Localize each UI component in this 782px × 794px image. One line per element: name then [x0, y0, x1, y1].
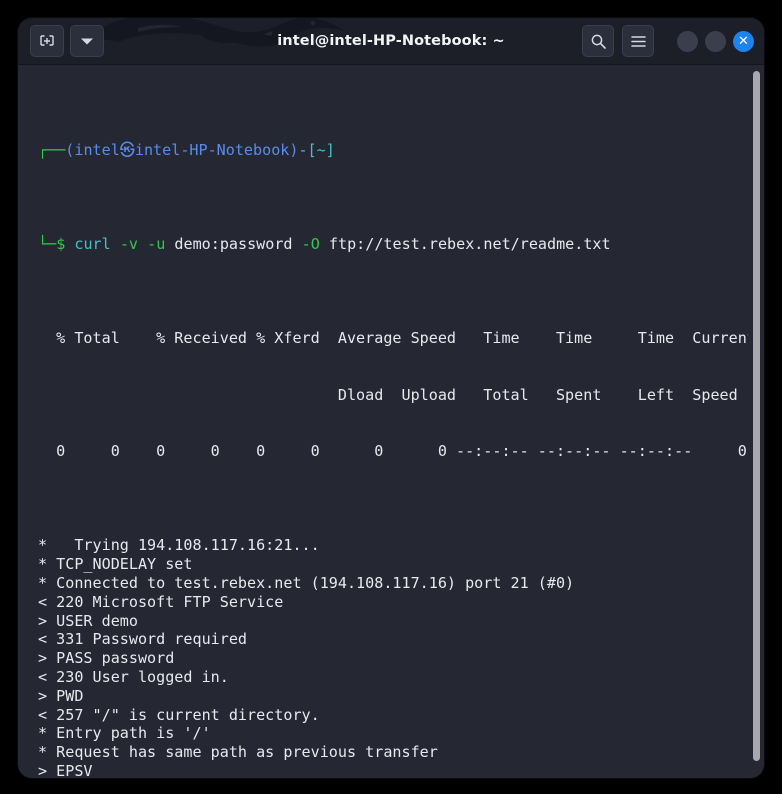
- terminal-line: > PASS password: [38, 649, 175, 668]
- terminal-line: < 257 "/" is current directory.: [38, 705, 320, 724]
- terminal-line: * Entry path is '/': [38, 724, 211, 743]
- tab-menu-button[interactable]: [70, 25, 104, 57]
- search-icon: [591, 34, 606, 49]
- verbose-block-1: * Trying 194.108.117.16:21... * TCP_NODEL…: [18, 536, 748, 778]
- terminal-line: > USER demo: [38, 611, 138, 630]
- flag-verbose: -v: [119, 235, 139, 254]
- search-button[interactable]: [582, 25, 614, 57]
- kali-dragon-watermark: [88, 18, 344, 47]
- window-controls: ✕: [582, 18, 754, 64]
- terminal-line: * TCP_NODELAY set: [38, 555, 193, 574]
- prompt-line-1: ┌──(intel㉿intel-HP-Notebook)-[~]: [18, 141, 748, 160]
- menu-button[interactable]: [622, 25, 654, 57]
- terminal-line: > PWD: [38, 686, 84, 705]
- terminal-line: < 230 User logged in.: [38, 668, 229, 686]
- new-tab-button[interactable]: [30, 25, 64, 57]
- close-label: ✕: [738, 33, 749, 49]
- progress-header-2: Dload Upload Total Spent Left Speed: [38, 385, 738, 404]
- terminal-line: * Request has same path as previous tran…: [38, 743, 438, 762]
- terminal-window: intel@intel-HP-Notebook: ~ ✕ ┌──(intel㉿i…: [18, 18, 764, 778]
- prompt-symbol: $: [56, 235, 66, 254]
- prompt-branch-bottom: └─: [38, 235, 57, 254]
- terminal-line: < 220 Microsoft FTP Service: [38, 592, 284, 611]
- prompt-path: -[~]: [298, 141, 335, 160]
- prompt-line-2: └─$ curl -v -u demo:password -O ftp://te…: [18, 235, 748, 254]
- terminal-line: < 331 Password required: [38, 630, 248, 649]
- terminal-line: > EPSV: [38, 762, 93, 778]
- scrollbar-track[interactable]: [748, 65, 764, 778]
- maximize-button[interactable]: [705, 30, 726, 52]
- command-name: curl: [74, 235, 111, 254]
- flag-remote-name: -O: [301, 235, 320, 254]
- minimize-button[interactable]: [677, 30, 698, 52]
- close-button[interactable]: ✕: [733, 30, 754, 52]
- progress-header-1: % Total % Received % Xferd Average Speed…: [38, 329, 756, 348]
- new-tab-icon: [40, 35, 54, 46]
- flag-user: -u: [147, 235, 166, 254]
- progress-row-1: 0 0 0 0 0 0 0 0 --:--:-- --:--:-- --:--:…: [38, 442, 756, 461]
- credentials: demo:password: [174, 235, 293, 254]
- hamburger-menu-icon: [630, 35, 646, 47]
- terminal-text: ┌──(intel㉿intel-HP-Notebook)-[~] └─$ cur…: [18, 66, 756, 778]
- prompt-host: (intel㉿intel-HP-Notebook): [65, 141, 299, 160]
- scrollbar-thumb[interactable]: [753, 71, 760, 761]
- chevron-down-icon: [81, 38, 93, 45]
- terminal-line: * Connected to test.rebex.net (194.108.1…: [38, 573, 575, 592]
- terminal-output-area[interactable]: ┌──(intel㉿intel-HP-Notebook)-[~] └─$ cur…: [18, 65, 764, 778]
- prompt-branch-top: ┌──: [38, 141, 66, 160]
- title-bar[interactable]: intel@intel-HP-Notebook: ~ ✕: [18, 18, 764, 65]
- command-url: ftp://test.rebex.net/readme.txt: [328, 235, 611, 254]
- terminal-line: * Trying 194.108.117.16:21...: [38, 536, 320, 555]
